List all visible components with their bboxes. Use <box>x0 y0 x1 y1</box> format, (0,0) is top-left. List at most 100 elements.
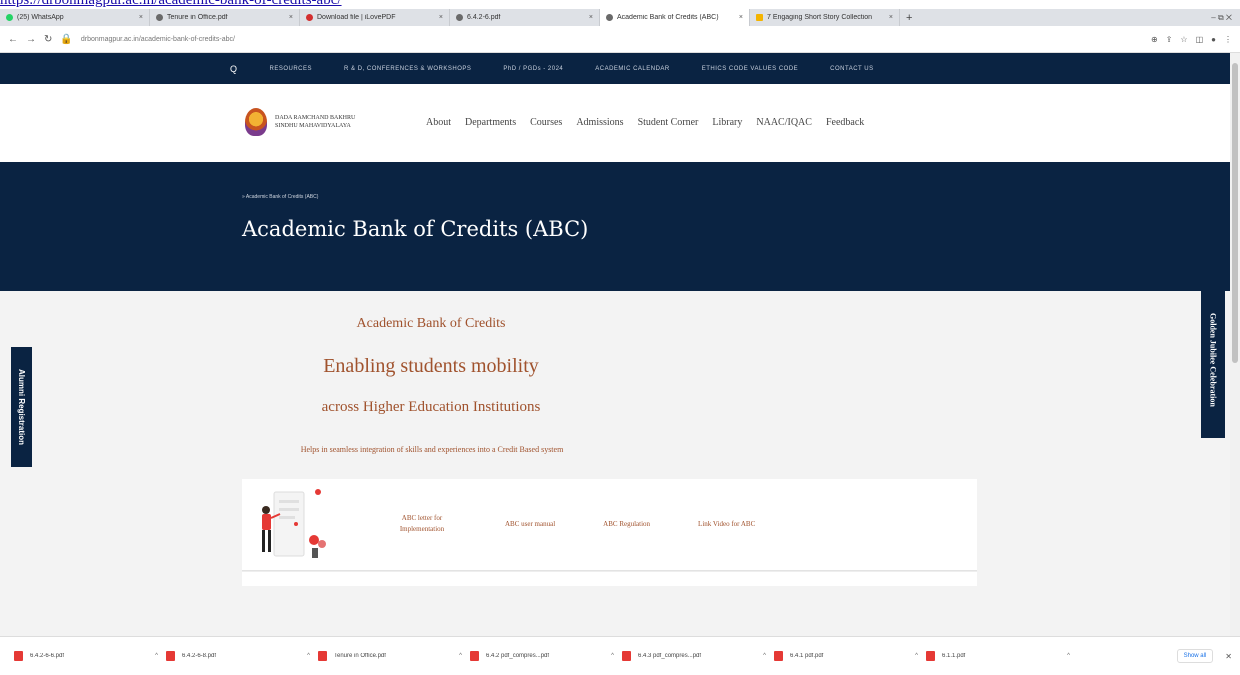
search-icon[interactable]: Q <box>230 64 238 74</box>
logo-line: SINDHU MAHAVIDYALAYA <box>275 123 351 129</box>
page-title: Academic Bank of Credits (ABC) <box>242 217 589 241</box>
topstrip-link[interactable]: ACADEMIC CALENDAR <box>595 66 670 72</box>
page-scrollbar[interactable] <box>1230 53 1240 636</box>
browser-tab[interactable]: 6.4.2-6.pdf × <box>450 9 600 26</box>
emblem-icon <box>245 108 267 136</box>
lock-icon[interactable]: 🔒 <box>60 34 72 45</box>
link-abc-regulation[interactable]: ABC Regulation <box>603 513 650 535</box>
download-name: 6.4.3 pdf_compres...pdf <box>638 653 702 659</box>
share-icon[interactable]: ⇪ <box>1166 35 1173 44</box>
reload-icon[interactable]: ↻ <box>44 34 52 45</box>
pdf-icon <box>14 651 23 661</box>
chevron-up-icon[interactable]: ^ <box>915 653 918 659</box>
nav-item-departments[interactable]: Departments <box>465 117 516 128</box>
nav-item-courses[interactable]: Courses <box>530 117 562 128</box>
download-name: 6.4.1 pdf.pdf <box>790 653 824 659</box>
scrollbar-thumb[interactable] <box>1232 63 1238 363</box>
browser-tab[interactable]: Download file | iLovePDF × <box>300 9 450 26</box>
close-icon[interactable]: × <box>589 14 593 21</box>
breadcrumb[interactable]: » Academic Bank of Credits (ABC) <box>242 194 318 200</box>
browser-tab[interactable]: (25) WhatsApp × <box>0 9 150 26</box>
tab-title: Academic Bank of Credits (ABC) <box>617 14 719 21</box>
nav-item-library[interactable]: Library <box>712 117 742 128</box>
topstrip-link[interactable]: CONTACT US <box>830 66 873 72</box>
browser-tab[interactable]: Tenure in Office.pdf × <box>150 9 300 26</box>
whatsapp-icon <box>6 14 13 21</box>
zoom-icon[interactable]: ⊕ <box>1151 35 1158 44</box>
chevron-up-icon[interactable]: ^ <box>763 653 766 659</box>
chevron-up-icon[interactable]: ^ <box>307 653 310 659</box>
star-icon[interactable]: ☆ <box>1180 35 1187 44</box>
abc-links-card: ABC letter for Implementation ABC user m… <box>242 479 977 586</box>
close-icon[interactable]: × <box>439 14 443 21</box>
pdf-icon <box>470 651 479 661</box>
url-input[interactable]: drbonmagpur.ac.in/academic-bank-of-credi… <box>81 36 1143 43</box>
alumni-registration-tab[interactable]: Alumni Registration <box>11 347 32 467</box>
topstrip-link[interactable]: PhD / PGDs - 2024 <box>503 66 563 72</box>
download-item[interactable]: 6.4.3 pdf_compres...pdf ^ <box>622 651 774 661</box>
tab-title: 6.4.2-6.pdf <box>467 14 501 21</box>
back-icon[interactable]: ← <box>8 34 18 45</box>
url-link[interactable]: https://drbonmagpur.ac.in/academic-bank-… <box>0 0 342 8</box>
topstrip-link[interactable]: RESOURCES <box>270 66 313 72</box>
show-all-button[interactable]: Show all <box>1176 649 1214 663</box>
download-item[interactable]: 6.1.1.pdf ^ <box>926 651 1078 661</box>
pdf-icon <box>774 651 783 661</box>
student-illustration <box>262 489 326 558</box>
window-controls[interactable]: – ⧉ ✕ <box>1211 13 1240 23</box>
download-item[interactable]: 6.4.2-6-8.pdf ^ <box>166 651 318 661</box>
golden-jubilee-tab[interactable]: Golden Jubilee Celebration <box>1201 282 1225 438</box>
nav-item-naac[interactable]: NAAC/IQAC <box>756 117 812 128</box>
pdf-icon <box>622 651 631 661</box>
link-abc-video[interactable]: Link Video for ABC <box>698 513 755 535</box>
doc-icon <box>756 14 763 21</box>
main-nav: About Departments Courses Admissions Stu… <box>426 117 864 128</box>
link-abc-user-manual[interactable]: ABC user manual <box>505 513 555 535</box>
download-name: Tenure in Office.pdf <box>334 653 386 659</box>
ilovepdf-icon <box>306 14 313 21</box>
chevron-up-icon[interactable]: ^ <box>1067 653 1070 659</box>
pdf-icon <box>166 651 175 661</box>
download-item[interactable]: 6.4.2-6-6.pdf ^ <box>14 651 166 661</box>
nav-item-feedback[interactable]: Feedback <box>826 117 864 128</box>
browser-tab[interactable]: 7 Engaging Short Story Collection × <box>750 9 900 26</box>
close-icon[interactable]: × <box>739 14 743 21</box>
close-icon[interactable]: × <box>889 14 893 21</box>
main-content: Academic Bank of Credits Enabling studen… <box>0 291 1230 636</box>
browser-tab-bar: (25) WhatsApp × Tenure in Office.pdf × Dow… <box>0 9 1240 26</box>
college-logo[interactable]: DADA RAMCHAND BAKHRU SINDHU MAHAVIDYALAY… <box>245 108 355 136</box>
tab-title: 7 Engaging Short Story Collection <box>767 14 873 21</box>
tab-title: Tenure in Office.pdf <box>167 14 228 21</box>
link-abc-letter[interactable]: ABC letter for Implementation <box>387 513 457 535</box>
logo-line: DADA RAMCHAND BAKHRU <box>275 115 356 121</box>
topstrip-link[interactable]: ETHICS CODE VALUES CODE <box>702 66 798 72</box>
profile-icon[interactable]: ● <box>1211 35 1216 44</box>
download-item[interactable]: 6.4.2 pdf_compres...pdf ^ <box>470 651 622 661</box>
new-tab-button[interactable]: + <box>900 12 918 24</box>
nav-item-student-corner[interactable]: Student Corner <box>638 117 699 128</box>
chevron-up-icon[interactable]: ^ <box>459 653 462 659</box>
chevron-up-icon[interactable]: ^ <box>611 653 614 659</box>
heading-abc: Academic Bank of Credits <box>356 316 506 331</box>
forward-icon[interactable]: → <box>26 34 36 45</box>
card-footer <box>242 571 977 586</box>
menu-icon[interactable]: ⋮ <box>1224 35 1232 44</box>
download-name: 6.4.2-6-6.pdf <box>30 653 65 659</box>
pdf-icon <box>926 651 935 661</box>
close-icon[interactable]: ✕ <box>1225 652 1232 661</box>
sidepanel-icon[interactable]: ◫ <box>1196 35 1204 44</box>
tab-title: (25) WhatsApp <box>17 14 64 21</box>
download-item[interactable]: 6.4.1 pdf.pdf ^ <box>774 651 926 661</box>
nav-item-about[interactable]: About <box>426 117 451 128</box>
download-item[interactable]: Tenure in Office.pdf ^ <box>318 651 470 661</box>
topstrip-link[interactable]: R & D, CONFERENCES & WORKSHOPS <box>344 66 471 72</box>
nav-item-admissions[interactable]: Admissions <box>576 117 623 128</box>
globe-icon <box>456 14 463 21</box>
url-overlay[interactable]: https://drbonmagpur.ac.in/academic-bank-… <box>0 0 700 9</box>
close-icon[interactable]: × <box>139 14 143 21</box>
chevron-up-icon[interactable]: ^ <box>155 653 158 659</box>
page-hero: » Academic Bank of Credits (ABC) Academi… <box>0 162 1230 291</box>
tab-title: Download file | iLovePDF <box>317 14 396 21</box>
browser-tab-active[interactable]: Academic Bank of Credits (ABC) × <box>600 9 750 26</box>
close-icon[interactable]: × <box>289 14 293 21</box>
